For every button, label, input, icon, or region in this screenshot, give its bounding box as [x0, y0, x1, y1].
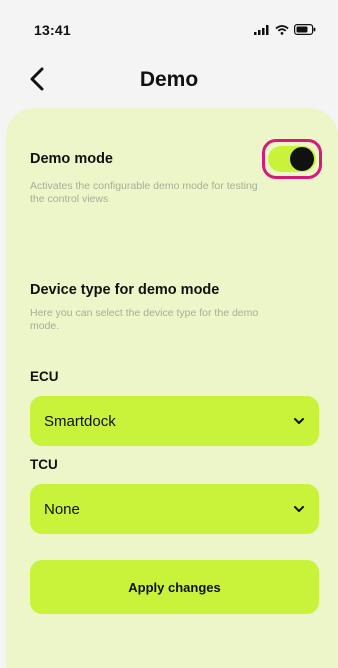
apply-changes-button[interactable]: Apply changes [30, 560, 319, 614]
demo-mode-toggle-highlight [262, 139, 322, 179]
signal-icon [254, 22, 270, 40]
tcu-select[interactable]: None [30, 484, 319, 534]
device-type-title: Device type for demo mode [30, 282, 220, 298]
page-title: Demo [139, 68, 199, 91]
demo-mode-description: Activates the configurable demo mode for… [30, 180, 258, 205]
demo-mode-title: Demo mode [30, 151, 113, 167]
status-time: 13:41 [34, 22, 71, 38]
ecu-label: ECU [30, 369, 59, 384]
toggle-knob [290, 147, 314, 171]
status-icons [254, 22, 316, 40]
device-type-description: Here you can select the device type for … [30, 307, 259, 332]
chevron-down-icon [293, 412, 305, 430]
battery-icon [294, 22, 316, 40]
wifi-icon [275, 22, 289, 40]
demo-mode-toggle[interactable] [268, 146, 316, 172]
status-bar: 13:41 [0, 0, 338, 52]
tcu-select-value: None [44, 500, 80, 518]
ecu-select[interactable]: Smartdock [30, 396, 319, 446]
header: Demo [0, 52, 338, 110]
ecu-select-value: Smartdock [44, 412, 116, 430]
tcu-label: TCU [30, 457, 58, 472]
chevron-down-icon [293, 500, 305, 518]
